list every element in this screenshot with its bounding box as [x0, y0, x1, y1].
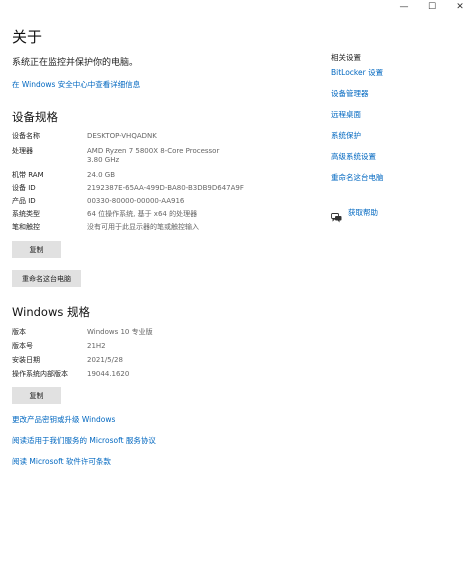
related-link-bitlocker[interactable]: BitLocker 设置 [331, 67, 383, 78]
spec-key: 版本 [12, 328, 26, 336]
spec-value: 24.0 GB [87, 171, 116, 179]
chat-bubble-icon [331, 208, 342, 222]
spec-key: 处理器 [12, 147, 33, 155]
processor-name: AMD Ryzen 7 5800X 8-Core Processor [87, 147, 220, 155]
spec-key: 机带 RAM [12, 171, 44, 179]
win-row-version: 版本号 21H2 [12, 342, 106, 351]
license-terms-link[interactable]: 阅读 Microsoft 软件许可条款 [12, 456, 111, 467]
page-title: 关于 [12, 28, 43, 46]
spec-row-ram: 机带 RAM 24.0 GB [12, 171, 115, 180]
close-button[interactable]: ✕ [446, 0, 474, 14]
change-product-key-link[interactable]: 更改产品密钥或升级 Windows [12, 414, 115, 425]
get-help-row[interactable]: 获取帮助 [331, 207, 378, 222]
related-link-remote-desktop[interactable]: 远程桌面 [331, 109, 361, 120]
rename-pc-button[interactable]: 重命名这台电脑 [12, 270, 81, 287]
spec-row-pen-touch: 笔和触控 没有可用于此显示器的笔或触控输入 [12, 223, 199, 232]
spec-value: Windows 10 专业版 [87, 328, 153, 336]
processor-speed: 3.80 GHz [87, 156, 120, 164]
spec-value: 2021/5/28 [87, 356, 123, 364]
spec-key: 产品 ID [12, 197, 36, 205]
copy-windows-specs-button[interactable]: 复制 [12, 387, 61, 404]
service-agreement-link[interactable]: 阅读适用于我们服务的 Microsoft 服务协议 [12, 435, 156, 446]
window-controls: — ☐ ✕ [390, 0, 474, 14]
maximize-button[interactable]: ☐ [418, 0, 446, 14]
related-link-system-protection[interactable]: 系统保护 [331, 130, 361, 141]
spec-value: 21H2 [87, 342, 106, 350]
win-row-os-build: 操作系统内部版本 19044.1620 [12, 370, 129, 379]
spec-value: DESKTOP-VHQADNK [87, 132, 157, 140]
spec-key: 设备名称 [12, 132, 40, 140]
device-specs-title: 设备规格 [12, 110, 58, 124]
spec-key: 操作系统内部版本 [12, 370, 68, 378]
get-help-link[interactable]: 获取帮助 [348, 207, 378, 218]
spec-value: 64 位操作系统, 基于 x64 的处理器 [87, 210, 198, 218]
spec-key: 安装日期 [12, 356, 40, 364]
minimize-button[interactable]: — [390, 0, 418, 14]
spec-row-system-type: 系统类型 64 位操作系统, 基于 x64 的处理器 [12, 210, 197, 219]
spec-row-processor: 处理器 AMD Ryzen 7 5800X 8-Core Processor 3… [12, 147, 219, 165]
spec-value: 没有可用于此显示器的笔或触控输入 [87, 223, 199, 231]
related-link-advanced-settings[interactable]: 高级系统设置 [331, 151, 376, 162]
related-link-device-manager[interactable]: 设备管理器 [331, 88, 369, 99]
spec-key: 系统类型 [12, 210, 40, 218]
spec-row-device-id: 设备 ID 2192387E-65AA-499D-BA80-B3DB9D647A… [12, 184, 244, 193]
related-link-rename-pc[interactable]: 重命名这台电脑 [331, 172, 384, 183]
spec-row-device-name: 设备名称 DESKTOP-VHQADNK [12, 132, 157, 141]
copy-device-specs-button[interactable]: 复制 [12, 241, 61, 258]
spec-key: 笔和触控 [12, 223, 40, 231]
spec-row-product-id: 产品 ID 00330-80000-00000-AA916 [12, 197, 184, 206]
security-center-link[interactable]: 在 Windows 安全中心中查看详细信息 [12, 79, 140, 90]
spec-key: 设备 ID [12, 184, 36, 192]
spec-value: 19044.1620 [87, 370, 130, 378]
spec-value: 00330-80000-00000-AA916 [87, 197, 185, 205]
spec-value: 2192387E-65AA-499D-BA80-B3DB9D647A9F [87, 184, 244, 192]
spec-key: 版本号 [12, 342, 33, 350]
win-row-edition: 版本 Windows 10 专业版 [12, 328, 153, 337]
related-settings-title: 相关设置 [331, 53, 361, 62]
win-row-install-date: 安装日期 2021/5/28 [12, 356, 123, 365]
windows-specs-title: Windows 规格 [12, 305, 90, 319]
protection-status: 系统正在监控并保护你的电脑。 [12, 58, 139, 68]
spec-value: AMD Ryzen 7 5800X 8-Core Processor 3.80 … [87, 147, 219, 165]
